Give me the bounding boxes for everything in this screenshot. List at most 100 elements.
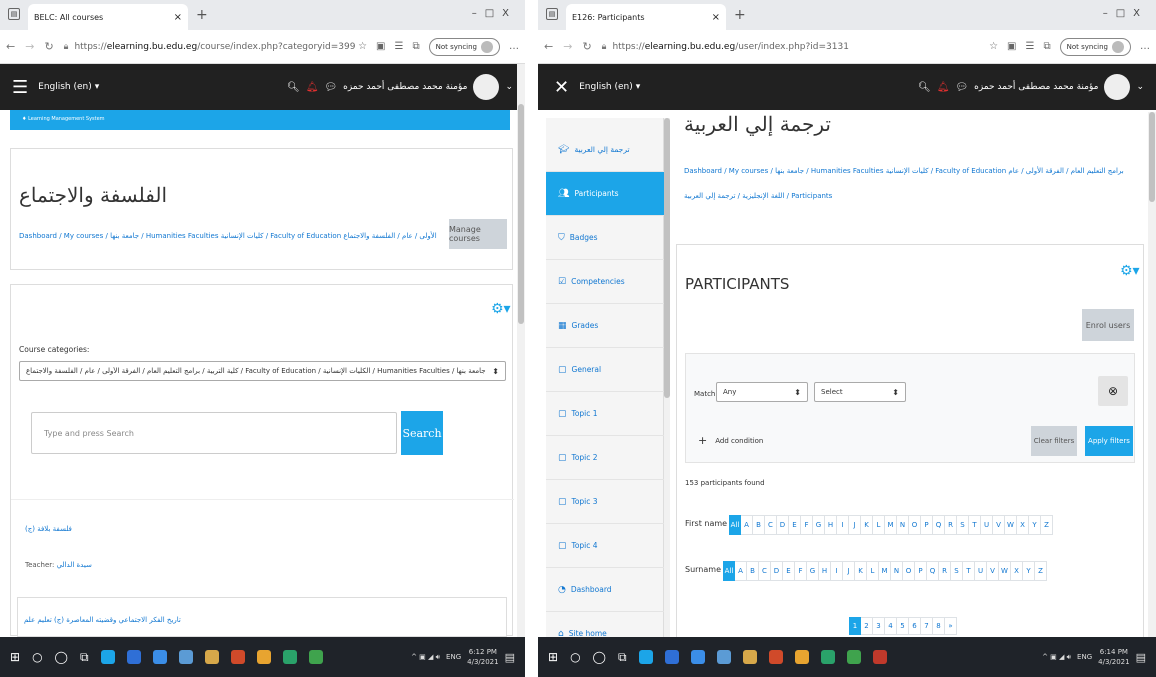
page-link-2[interactable]: 2 — [861, 617, 873, 635]
notification-center-icon[interactable]: ▤ — [1136, 651, 1146, 664]
favorites-bar-icon[interactable]: ☰ — [395, 41, 404, 52]
close-tab-icon[interactable]: × — [174, 12, 182, 23]
surname-initial-y[interactable]: Y — [1023, 561, 1035, 581]
close-tab-icon[interactable]: × — [712, 12, 720, 23]
surname-initial-z[interactable]: Z — [1035, 561, 1047, 581]
url-field[interactable]: https://elearning.bu.edu.eg/course/index… — [74, 42, 355, 52]
url-field[interactable]: https://elearning.bu.edu.eg/user/index.p… — [612, 42, 848, 52]
clock[interactable]: 6:14 PM 4/3/2021 — [1098, 647, 1129, 667]
search-taskbar-icon[interactable]: ○ — [570, 650, 580, 664]
page-link-5[interactable]: 5 — [897, 617, 909, 635]
first-name-initial-g[interactable]: G — [813, 515, 825, 535]
collections-icon[interactable]: ⧉ — [412, 41, 419, 52]
user-caret-icon[interactable]: ⌄ — [505, 82, 513, 92]
search-icon[interactable]: 🔍︎ — [287, 82, 300, 93]
surname-initial-u[interactable]: U — [975, 561, 987, 581]
sidebar-item-dashboard[interactable]: ◔ Dashboard — [546, 568, 664, 612]
breadcrumb-line-1[interactable]: Dashboard / My courses / جامعة بنها / Hu… — [684, 164, 1124, 178]
lang-indicator[interactable]: ENG — [446, 653, 461, 661]
surname-initial-d[interactable]: D — [771, 561, 783, 581]
sidebar-item-participants[interactable]: 👥︎ Participants — [546, 172, 664, 216]
surname-initial-f[interactable]: F — [795, 561, 807, 581]
search-input[interactable]: Type and press Search — [31, 412, 397, 454]
first-name-initial-l[interactable]: L — [873, 515, 885, 535]
messages-icon[interactable]: 💬︎ — [955, 82, 968, 93]
filter-type-select[interactable]: Select ⬍ — [814, 382, 906, 402]
gear-icon[interactable]: ⚙︎▾ — [491, 301, 511, 317]
profile-sync-button[interactable]: Not syncing — [1059, 37, 1131, 56]
first-name-initial-s[interactable]: S — [957, 515, 969, 535]
refresh-icon[interactable]: ↻ — [582, 40, 591, 53]
lang-indicator[interactable]: ENG — [1077, 653, 1092, 661]
manage-courses-button[interactable]: Manage courses — [449, 219, 507, 249]
close-drawer-icon[interactable]: ✕ — [554, 77, 569, 98]
surname-initial-k[interactable]: K — [855, 561, 867, 581]
start-icon[interactable]: ⊞ — [548, 650, 558, 664]
collections-icon[interactable]: ⧉ — [1043, 41, 1050, 52]
app-icon[interactable] — [716, 650, 731, 664]
extension-icon[interactable]: ▣ — [376, 41, 385, 52]
first-name-initial-y[interactable]: Y — [1029, 515, 1041, 535]
first-name-initial-a[interactable]: A — [741, 515, 753, 535]
back-icon[interactable]: ← — [6, 40, 15, 53]
back-icon[interactable]: ← — [544, 40, 553, 53]
surname-initial-j[interactable]: J — [843, 561, 855, 581]
edge-icon[interactable] — [638, 650, 653, 664]
first-name-initial-h[interactable]: H — [825, 515, 837, 535]
file-explorer-icon[interactable] — [742, 650, 757, 664]
window-menu-icon[interactable]: ▤ — [8, 8, 20, 20]
window-menu-icon[interactable]: ▤ — [546, 8, 558, 20]
browser-tab[interactable]: BELC: All courses × — [28, 4, 188, 30]
app-icon[interactable] — [152, 650, 167, 664]
first-name-initial-d[interactable]: D — [777, 515, 789, 535]
page-link-7[interactable]: 7 — [921, 617, 933, 635]
first-name-initial-z[interactable]: Z — [1041, 515, 1053, 535]
first-name-initial-x[interactable]: X — [1017, 515, 1029, 535]
enrol-users-button[interactable]: Enrol users — [1082, 309, 1134, 341]
surname-initial-x[interactable]: X — [1011, 561, 1023, 581]
notifications-icon[interactable]: 🔔︎ — [306, 82, 319, 93]
first-name-initial-p[interactable]: P — [921, 515, 933, 535]
user-name[interactable]: مؤمنة محمد مصطفى أحمد حمزه — [343, 82, 467, 92]
hamburger-menu-icon[interactable]: ☰ — [12, 77, 28, 98]
surname-initial-q[interactable]: Q — [927, 561, 939, 581]
first-name-initial-u[interactable]: U — [981, 515, 993, 535]
first-name-initial-m[interactable]: M — [885, 515, 897, 535]
chrome-icon[interactable] — [794, 650, 809, 664]
first-name-initial-c[interactable]: C — [765, 515, 777, 535]
notifications-icon[interactable]: 🔔︎ — [937, 82, 950, 93]
office-icon[interactable] — [768, 650, 783, 664]
surname-initial-m[interactable]: M — [879, 561, 891, 581]
surname-initial-v[interactable]: V — [987, 561, 999, 581]
breadcrumb-line-2[interactable]: اللغة الإنجليزية / ترجمة إلي العربية / P… — [684, 189, 1124, 203]
app-icon[interactable] — [820, 650, 835, 664]
new-tab-icon[interactable]: + — [196, 7, 208, 23]
first-name-initial-j[interactable]: J — [849, 515, 861, 535]
app-icon[interactable] — [690, 650, 705, 664]
task-view-icon[interactable]: ⧉ — [80, 650, 89, 665]
clear-filters-button[interactable]: Clear filters — [1031, 426, 1077, 456]
office-icon[interactable] — [230, 650, 245, 664]
first-name-initial-e[interactable]: E — [789, 515, 801, 535]
teacher-link[interactable]: سيدة الدالي — [57, 561, 92, 569]
first-name-initial-q[interactable]: Q — [933, 515, 945, 535]
profile-sync-button[interactable]: Not syncing — [428, 37, 500, 56]
surname-initial-e[interactable]: E — [783, 561, 795, 581]
cortana-icon[interactable]: ◯ — [55, 650, 68, 664]
gear-icon[interactable]: ⚙︎▾ — [1120, 263, 1140, 279]
scrollbar-thumb[interactable] — [518, 104, 524, 324]
search-icon[interactable]: 🔍︎ — [918, 82, 931, 93]
drawer-scrollbar[interactable] — [664, 118, 670, 638]
page-scrollbar[interactable] — [517, 64, 525, 637]
first-name-initial-b[interactable]: B — [753, 515, 765, 535]
match-select[interactable]: Any ⬍ — [716, 382, 808, 402]
sidebar-item-general[interactable]: ▢ General — [546, 348, 664, 392]
course-link[interactable]: تاريخ الفكر الاجتماعي وقضيته المعاصرة (ج… — [24, 616, 181, 624]
file-explorer-icon[interactable] — [204, 650, 219, 664]
sidebar-item-badges[interactable]: ⛉ Badges — [546, 216, 664, 260]
surname-initial-i[interactable]: I — [831, 561, 843, 581]
edge-icon[interactable] — [100, 650, 115, 664]
favorites-bar-icon[interactable]: ☰ — [1026, 41, 1035, 52]
scrollbar-thumb[interactable] — [1149, 112, 1155, 202]
surname-initial-r[interactable]: R — [939, 561, 951, 581]
